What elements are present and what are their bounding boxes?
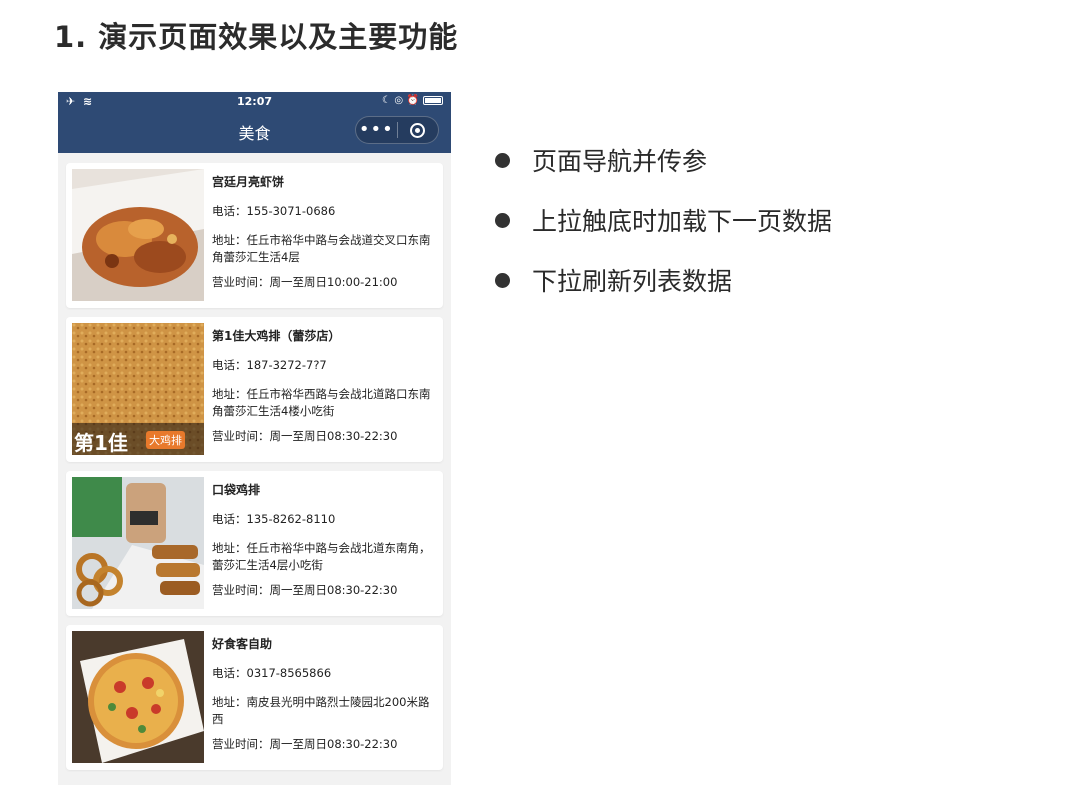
shop-name: 好食客自助	[212, 637, 273, 651]
feature-item: 下拉刷新列表数据	[495, 250, 832, 310]
shop-list[interactable]: 宫廷月亮虾饼 电话：155-3071-0686 地址：任丘市裕华中路与会战道交叉…	[58, 153, 451, 770]
shop-info: 口袋鸡排 电话：135-8262-8110 地址：任丘市裕华中路与会战北道东南角…	[204, 477, 437, 610]
shop-phone: 电话：0317-8565866	[212, 666, 332, 680]
list-item[interactable]: 口袋鸡排 电话：135-8262-8110 地址：任丘市裕华中路与会战北道东南角…	[66, 471, 443, 616]
list-item[interactable]: 好食客自助 电话：0317-8565866 地址：南皮县光明中路烈士陵园北200…	[66, 625, 443, 770]
shop-address: 地址：任丘市裕华西路与会战北道路口东南角蕾莎汇生活4楼小吃街	[212, 387, 431, 418]
shop-hours: 营业时间：周一至周日10:00-21:00	[212, 275, 398, 289]
shop-hours: 营业时间：周一至周日08:30-22:30	[212, 583, 398, 597]
phone-screen: ✈ ≋ 12:07 ☾ ◎ ⏰ 美食 ••• 宫廷月亮虾饼 电话：155-307…	[58, 92, 451, 785]
shop-info: 第1佳大鸡排（蕾莎店） 电话：187-3272-7?7 地址：任丘市裕华西路与会…	[204, 323, 437, 456]
shop-phone: 电话：135-8262-8110	[212, 512, 336, 526]
shop-logo-tag: 大鸡排	[146, 431, 185, 449]
feature-text: 下拉刷新列表数据	[532, 267, 733, 296]
shop-image: 第1佳 大鸡排	[72, 323, 204, 455]
shop-hours: 营业时间：周一至周日08:30-22:30	[212, 429, 398, 443]
list-item[interactable]: 宫廷月亮虾饼 电话：155-3071-0686 地址：任丘市裕华中路与会战道交叉…	[66, 163, 443, 308]
shop-address: 地址：南皮县光明中路烈士陵园北200米路西	[212, 695, 430, 726]
shop-address: 地址：任丘市裕华中路与会战道交叉口东南角蕾莎汇生活4层	[212, 233, 431, 264]
feature-text: 页面导航并传参	[532, 147, 708, 176]
capsule-menu: •••	[355, 116, 439, 144]
status-bar: ✈ ≋ 12:07 ☾ ◎ ⏰	[58, 92, 451, 112]
more-menu-button[interactable]: •••	[356, 120, 397, 140]
bullet-icon	[495, 212, 510, 228]
shop-phone: 电话：155-3071-0686	[212, 204, 336, 218]
shop-logo-text: 第1佳	[74, 431, 128, 455]
status-icons: ☾ ◎ ⏰	[382, 95, 443, 106]
shop-image	[72, 477, 204, 609]
feature-text: 上拉触底时加载下一页数据	[532, 207, 833, 236]
bullet-icon	[495, 152, 510, 168]
status-symbols: ☾ ◎ ⏰	[381, 95, 419, 106]
shop-info: 宫廷月亮虾饼 电话：155-3071-0686 地址：任丘市裕华中路与会战道交叉…	[204, 169, 437, 302]
shop-name: 第1佳大鸡排（蕾莎店）	[212, 329, 341, 343]
list-item[interactable]: 第1佳 大鸡排 第1佳大鸡排（蕾莎店） 电话：187-3272-7?7 地址：任…	[66, 317, 443, 462]
feature-list: 页面导航并传参 上拉触底时加载下一页数据 下拉刷新列表数据	[495, 130, 832, 310]
shop-name: 口袋鸡排	[212, 483, 261, 497]
slide-title: 1. 演示页面效果以及主要功能	[54, 20, 459, 54]
feature-item: 上拉触底时加载下一页数据	[495, 190, 832, 250]
target-icon	[410, 122, 426, 138]
shop-image	[72, 169, 204, 301]
close-miniprogram-button[interactable]	[397, 122, 438, 138]
shop-image	[72, 631, 204, 763]
feature-item: 页面导航并传参	[495, 130, 832, 190]
navigation-bar: ✈ ≋ 12:07 ☾ ◎ ⏰ 美食 •••	[58, 92, 451, 153]
battery-icon	[423, 96, 443, 105]
shop-hours: 营业时间：周一至周日08:30-22:30	[212, 737, 398, 751]
shop-info: 好食客自助 电话：0317-8565866 地址：南皮县光明中路烈士陵园北200…	[204, 631, 437, 764]
shop-address: 地址：任丘市裕华中路与会战北道东南角，蕾莎汇生活4层小吃街	[212, 541, 431, 572]
shop-name: 宫廷月亮虾饼	[212, 175, 285, 189]
shop-phone: 电话：187-3272-7?7	[212, 358, 327, 372]
bullet-icon	[495, 272, 510, 288]
